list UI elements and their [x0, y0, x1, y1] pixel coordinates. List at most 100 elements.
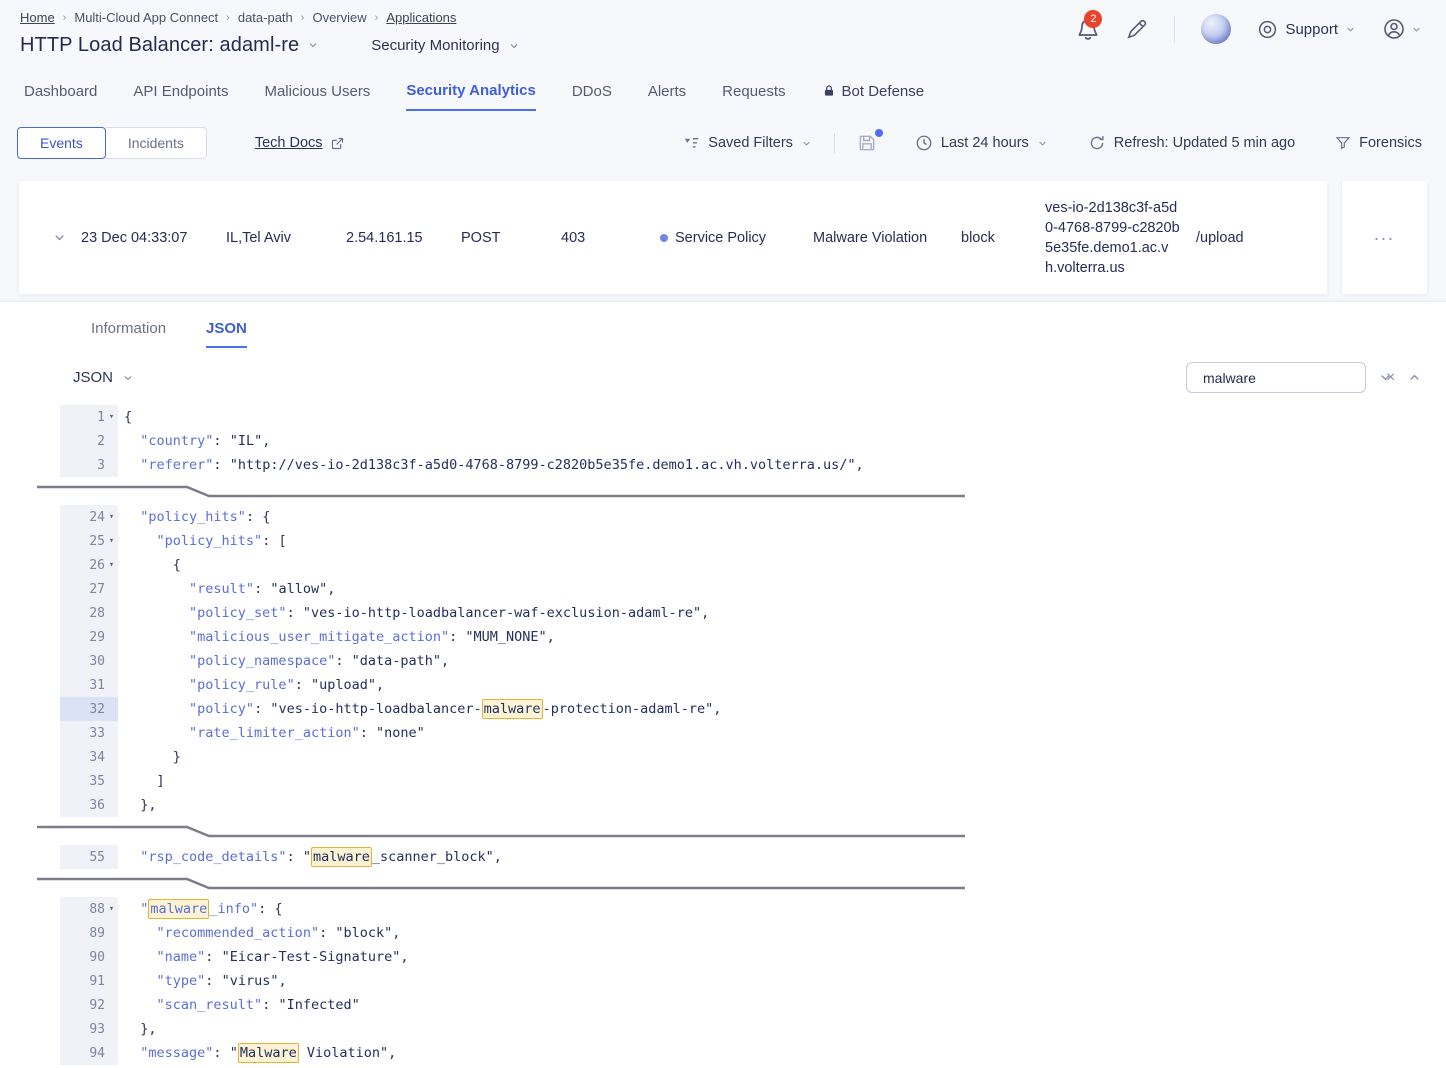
- funnel-icon: [1335, 135, 1351, 151]
- json-line-content: }: [118, 749, 181, 765]
- json-format-dropdown[interactable]: JSON: [73, 369, 134, 386]
- fold-arrow-icon: ▾: [105, 536, 118, 546]
- event-row[interactable]: 23 Dec 04:33:07 IL,Tel Aviv 2.54.161.15 …: [19, 181, 1327, 294]
- search-match-highlight: malware: [148, 899, 209, 919]
- save-icon: [857, 133, 877, 153]
- breadcrumb-item: Overview: [312, 10, 366, 25]
- breadcrumb-applications[interactable]: Applications: [386, 10, 456, 25]
- time-range-label: Last 24 hours: [941, 135, 1029, 151]
- tab-alerts[interactable]: Alerts: [648, 83, 686, 110]
- line-number: 33: [60, 721, 118, 745]
- avatar[interactable]: [1201, 14, 1231, 44]
- line-number: 3: [60, 453, 118, 477]
- json-line-content: "policy_hits": [: [118, 533, 287, 549]
- annotations-button[interactable]: [1126, 18, 1148, 40]
- detail-tabs: Information JSON: [0, 302, 1446, 348]
- json-line-content: "referer": "http://ves-io-2d138c3f-a5d0-…: [118, 457, 864, 473]
- tab-api-endpoints[interactable]: API Endpoints: [133, 83, 228, 110]
- title-chevron-down-icon[interactable]: [307, 37, 319, 55]
- line-number: 92: [60, 993, 118, 1017]
- json-line-content: "name": "Eicar-Test-Signature",: [118, 949, 409, 965]
- json-line-26: 26▾ {: [0, 553, 1446, 577]
- tab-malicious-users[interactable]: Malicious Users: [264, 83, 370, 110]
- time-range-dropdown[interactable]: Last 24 hours: [915, 134, 1048, 152]
- events-toggle-button[interactable]: Events: [17, 127, 106, 159]
- event-method: POST: [461, 230, 561, 246]
- json-line-25: 25▾ "policy_hits": [: [0, 529, 1446, 553]
- fold-arrow-icon: ▾: [105, 512, 118, 522]
- collapsed-lines-divider[interactable]: [37, 477, 1446, 505]
- policy-dot-icon: [660, 234, 668, 242]
- collapsed-lines-divider[interactable]: [37, 817, 1446, 845]
- account-menu[interactable]: [1382, 17, 1422, 41]
- line-number: 34: [60, 745, 118, 769]
- line-fold-toggle[interactable]: 26▾: [60, 553, 118, 577]
- json-line-content: ]: [118, 773, 165, 789]
- json-line-content: {: [118, 557, 181, 573]
- tab-json[interactable]: JSON: [206, 320, 247, 348]
- save-filter-button[interactable]: [834, 133, 877, 153]
- json-line-88: 88▾ "malware_info": {: [0, 897, 1446, 921]
- support-menu[interactable]: Support: [1257, 19, 1356, 40]
- json-line-content: "policy_rule": "upload",: [118, 677, 384, 693]
- external-link-icon: [330, 136, 345, 151]
- events-incidents-toggle: Events Incidents: [17, 127, 207, 159]
- next-match-button[interactable]: [1378, 369, 1393, 387]
- breadcrumb-home[interactable]: Home: [20, 10, 55, 25]
- fold-tear-icon: [37, 483, 965, 499]
- event-source-ip: 2.54.161.15: [346, 230, 461, 246]
- forensics-button[interactable]: Forensics: [1335, 135, 1422, 151]
- collapsed-lines-divider[interactable]: [37, 869, 1446, 897]
- saved-filters-dropdown[interactable]: Saved Filters: [683, 135, 812, 151]
- tab-ddos[interactable]: DDoS: [572, 83, 612, 110]
- tab-requests[interactable]: Requests: [722, 83, 785, 110]
- event-response-code: 403: [561, 230, 660, 246]
- previous-match-button[interactable]: [1407, 369, 1422, 387]
- pen-icon: [1126, 18, 1148, 40]
- unsaved-changes-dot: [875, 129, 883, 137]
- notifications-button[interactable]: 2: [1076, 17, 1100, 41]
- refresh-label: Refresh: Updated 5 min ago: [1114, 135, 1295, 151]
- line-fold-toggle[interactable]: 25▾: [60, 529, 118, 553]
- row-expand-chevron-icon[interactable]: [19, 230, 81, 245]
- page-title: HTTP Load Balancer: adaml-re: [20, 34, 299, 57]
- header-divider: [1174, 16, 1175, 42]
- context-switcher-label: Security Monitoring: [371, 37, 499, 54]
- row-more-actions-button[interactable]: ...: [1374, 225, 1395, 251]
- incidents-toggle-button[interactable]: Incidents: [106, 127, 207, 159]
- line-fold-toggle[interactable]: 88▾: [60, 897, 118, 921]
- json-line-89: 89 "recommended_action": "block",: [0, 921, 1446, 945]
- line-fold-toggle[interactable]: 1▾: [60, 405, 118, 429]
- tab-security-analytics[interactable]: Security Analytics: [406, 82, 536, 111]
- json-line-30: 30 "policy_namespace": "data-path",: [0, 649, 1446, 673]
- json-line-content: "recommended_action": "block",: [118, 925, 400, 941]
- saved-filters-label: Saved Filters: [708, 135, 793, 151]
- security-monitoring-selector[interactable]: Security Monitoring: [371, 37, 519, 54]
- json-search-input[interactable]: [1203, 370, 1384, 386]
- json-line-31: 31 "policy_rule": "upload",: [0, 673, 1446, 697]
- search-match-highlight: malware: [311, 847, 372, 867]
- user-icon: [1382, 17, 1406, 41]
- json-line-36: 36 },: [0, 793, 1446, 817]
- line-fold-toggle[interactable]: 24▾: [60, 505, 118, 529]
- json-code-lines: 1▾ {2 "country": "IL",3 "referer": "http:…: [0, 405, 1446, 1068]
- tab-dashboard[interactable]: Dashboard: [24, 83, 97, 110]
- json-line-55: 55 "rsp_code_details": "malware_scanner_…: [0, 845, 1446, 869]
- line-number: 89: [60, 921, 118, 945]
- line-number: 28: [60, 601, 118, 625]
- json-line-content: "policy": "ves-io-http-loadbalancer-malw…: [118, 701, 721, 717]
- refresh-icon: [1088, 134, 1106, 152]
- fold-arrow-icon: ▾: [105, 560, 118, 570]
- json-line-2: 2 "country": "IL",: [0, 429, 1446, 453]
- json-line-content: "malware_info": {: [118, 901, 282, 917]
- tech-docs-link[interactable]: Tech Docs: [255, 135, 323, 151]
- json-format-label: JSON: [73, 369, 113, 386]
- tab-information[interactable]: Information: [91, 320, 166, 348]
- event-violation: Malware Violation: [813, 230, 961, 246]
- refresh-button[interactable]: Refresh: Updated 5 min ago: [1088, 134, 1295, 152]
- json-line-90: 90 "name": "Eicar-Test-Signature",: [0, 945, 1446, 969]
- json-line-92: 92 "scan_result": "Infected": [0, 993, 1446, 1017]
- json-line-content: "policy_set": "ves-io-http-loadbalancer-…: [118, 605, 709, 621]
- tab-bot-defense[interactable]: Bot Defense: [822, 83, 925, 110]
- search-match-highlight: Malware: [238, 1043, 299, 1063]
